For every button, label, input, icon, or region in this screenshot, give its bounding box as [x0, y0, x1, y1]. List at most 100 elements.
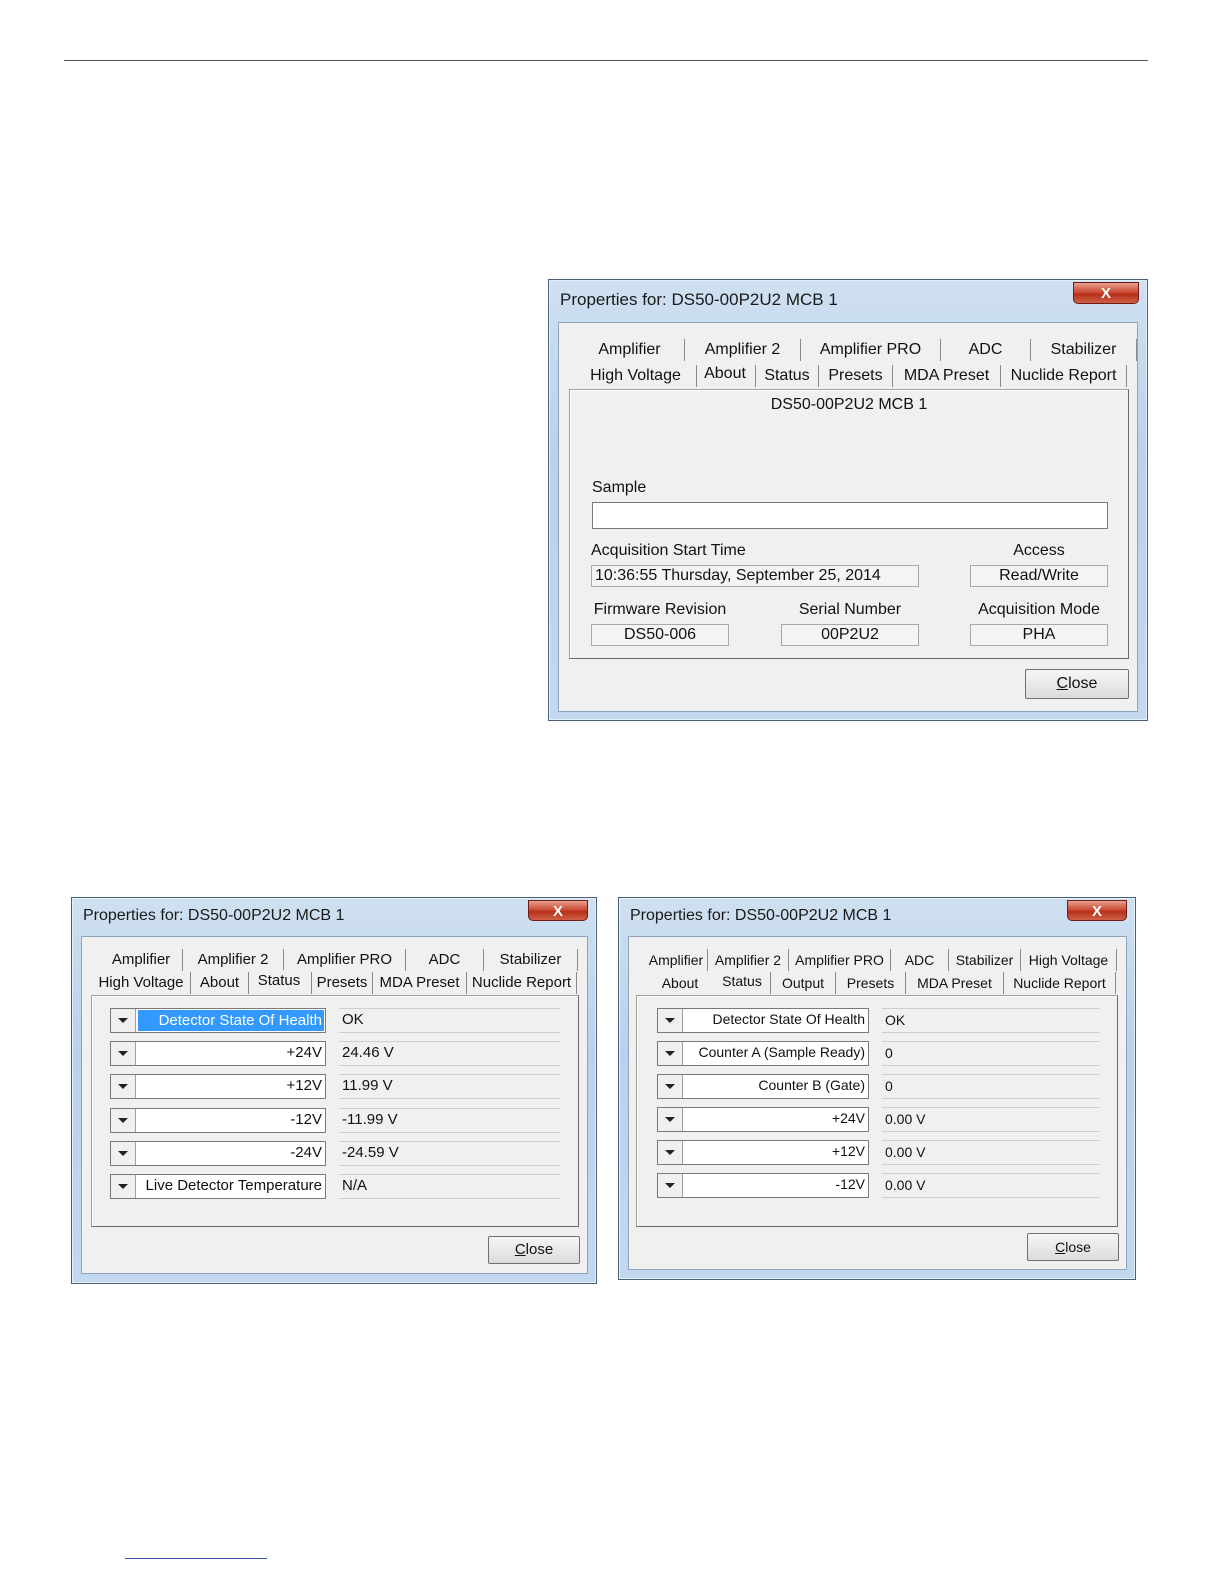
- sample-label: Sample: [592, 479, 647, 496]
- tab-high-voltage[interactable]: High Voltage: [575, 365, 697, 387]
- dropdown-arrow-button[interactable]: [111, 1042, 136, 1066]
- dropdown-arrow-button[interactable]: [111, 1108, 136, 1132]
- close-button-mnemonic: C: [1056, 675, 1069, 692]
- chevron-down-icon: [118, 1184, 128, 1189]
- tab-nuclide-report[interactable]: Nuclide Report: [1001, 365, 1127, 387]
- close-window-button[interactable]: X: [528, 900, 588, 921]
- tab-high-voltage[interactable]: High Voltage: [1021, 949, 1117, 971]
- dialog-client-area: Amplifier Amplifier 2 Amplifier PRO ADC …: [558, 322, 1138, 712]
- dropdown-arrow-button[interactable]: [658, 1174, 683, 1197]
- chevron-down-icon: [118, 1150, 128, 1156]
- properties-dialog-status-right: Properties for: DS50-00P2U2 MCB 1 X Ampl…: [618, 897, 1136, 1280]
- dialog-client-area: Amplifier Amplifier 2 Amplifier PRO ADC …: [628, 936, 1127, 1270]
- status-parameter-label: -24V: [290, 1143, 322, 1161]
- tab-about[interactable]: About: [645, 972, 715, 994]
- access-value: Read/Write: [970, 565, 1108, 587]
- title-bar[interactable]: Properties for: DS50-00P2U2 MCB 1 X: [72, 898, 596, 938]
- tab-amplifier-2[interactable]: Amplifier 2: [685, 339, 801, 361]
- tab-about[interactable]: About: [697, 363, 753, 385]
- tab-nuclide-report[interactable]: Nuclide Report: [1004, 972, 1116, 994]
- status-parameter-label: Counter B (Gate): [758, 1077, 865, 1093]
- dropdown-arrow-button[interactable]: [658, 1009, 683, 1032]
- status-parameter-dropdown[interactable]: Counter A (Sample Ready): [657, 1041, 869, 1066]
- status-parameter-dropdown[interactable]: +24V: [110, 1041, 326, 1067]
- tab-status[interactable]: Status: [249, 970, 309, 992]
- close-button-label: lose: [1065, 1239, 1091, 1255]
- title-bar[interactable]: Properties for: DS50-00P2U2 MCB 1 X: [549, 280, 1147, 320]
- tab-output[interactable]: Output: [770, 972, 836, 994]
- tab-adc[interactable]: ADC: [406, 949, 484, 971]
- dialog-title: Properties for: DS50-00P2U2 MCB 1: [630, 907, 892, 924]
- status-parameter-dropdown[interactable]: -12V: [657, 1173, 869, 1198]
- close-window-button[interactable]: X: [1067, 900, 1127, 921]
- tab-presets[interactable]: Presets: [311, 972, 373, 994]
- status-row: Counter A (Sample Ready) 0: [657, 1041, 1100, 1066]
- tab-amplifier[interactable]: Amplifier: [575, 339, 685, 361]
- status-parameter-dropdown[interactable]: Counter B (Gate): [657, 1074, 869, 1099]
- close-button[interactable]: Close: [488, 1236, 580, 1264]
- tab-status[interactable]: Status: [755, 365, 819, 387]
- dropdown-arrow-button[interactable]: [111, 1075, 136, 1099]
- status-tab-panel: Detector State Of Health OK Counter A (Sam…: [636, 995, 1118, 1227]
- chevron-down-icon: [118, 1117, 128, 1123]
- tab-stabilizer[interactable]: Stabilizer: [949, 949, 1021, 971]
- status-parameter-value: 0: [882, 1074, 1100, 1099]
- dropdown-arrow-button[interactable]: [111, 1175, 136, 1198]
- dropdown-arrow-button[interactable]: [111, 1141, 136, 1165]
- status-parameter-dropdown[interactable]: +12V: [110, 1074, 326, 1100]
- status-parameter-label: Detector State Of Health: [712, 1011, 865, 1027]
- tab-amplifier-pro[interactable]: Amplifier PRO: [801, 339, 941, 361]
- device-name: DS50-00P2U2 MCB 1: [770, 396, 928, 413]
- status-parameter-dropdown[interactable]: Detector State Of Health: [110, 1008, 326, 1033]
- chevron-down-icon: [665, 1150, 675, 1155]
- status-parameter-value: 0.00 V: [882, 1107, 1100, 1132]
- tab-presets[interactable]: Presets: [819, 365, 893, 387]
- status-parameter-value: 0.00 V: [882, 1173, 1100, 1198]
- status-parameter-dropdown[interactable]: -24V: [110, 1140, 326, 1166]
- close-button[interactable]: Close: [1027, 1233, 1119, 1261]
- title-bar[interactable]: Properties for: DS50-00P2U2 MCB 1 X: [619, 898, 1135, 938]
- status-parameter-label: -12V: [290, 1110, 322, 1128]
- close-window-button[interactable]: X: [1073, 282, 1139, 304]
- tab-about[interactable]: About: [191, 972, 249, 994]
- chevron-down-icon: [665, 1084, 675, 1089]
- tab-status[interactable]: Status: [715, 970, 769, 992]
- status-parameter-dropdown[interactable]: Detector State Of Health: [657, 1008, 869, 1033]
- tab-amplifier-pro[interactable]: Amplifier PRO: [789, 949, 891, 971]
- tab-amplifier[interactable]: Amplifier: [100, 949, 183, 971]
- close-button[interactable]: Close: [1025, 669, 1129, 699]
- tab-nuclide-report[interactable]: Nuclide Report: [467, 972, 577, 994]
- status-parameter-dropdown[interactable]: Live Detector Temperature: [110, 1174, 326, 1199]
- chevron-down-icon: [665, 1117, 675, 1122]
- status-parameter-dropdown[interactable]: +12V: [657, 1140, 869, 1165]
- tab-stabilizer[interactable]: Stabilizer: [484, 949, 578, 971]
- tab-amplifier[interactable]: Amplifier: [645, 949, 708, 971]
- tab-amplifier-2[interactable]: Amplifier 2: [183, 949, 284, 971]
- dropdown-arrow-button[interactable]: [111, 1009, 136, 1032]
- tab-amplifier-2[interactable]: Amplifier 2: [708, 949, 789, 971]
- tab-mda-preset[interactable]: MDA Preset: [906, 972, 1004, 994]
- dropdown-arrow-button[interactable]: [658, 1108, 683, 1131]
- tab-mda-preset[interactable]: MDA Preset: [893, 365, 1001, 387]
- dropdown-arrow-button[interactable]: [658, 1042, 683, 1065]
- status-row: -12V 0.00 V: [657, 1173, 1100, 1198]
- status-parameter-dropdown[interactable]: +24V: [657, 1107, 869, 1132]
- chevron-down-icon: [118, 1051, 128, 1057]
- dialog-title: Properties for: DS50-00P2U2 MCB 1: [83, 907, 345, 924]
- tab-presets[interactable]: Presets: [836, 972, 906, 994]
- dropdown-arrow-button[interactable]: [658, 1075, 683, 1098]
- close-button-label: lose: [1068, 675, 1098, 692]
- status-parameter-label: Detector State Of Health: [138, 1010, 324, 1031]
- status-row: -12V -11.99 V: [110, 1107, 560, 1133]
- tab-stabilizer[interactable]: Stabilizer: [1031, 339, 1137, 361]
- status-parameter-value: N/A: [339, 1174, 560, 1199]
- tab-high-voltage[interactable]: High Voltage: [92, 972, 191, 994]
- tab-mda-preset[interactable]: MDA Preset: [373, 972, 467, 994]
- tab-adc[interactable]: ADC: [941, 339, 1031, 361]
- sample-input[interactable]: [592, 502, 1108, 529]
- tab-amplifier-pro[interactable]: Amplifier PRO: [284, 949, 406, 971]
- close-button-label: lose: [525, 1241, 554, 1258]
- status-parameter-dropdown[interactable]: -12V: [110, 1107, 326, 1133]
- dropdown-arrow-button[interactable]: [658, 1141, 683, 1164]
- tab-adc[interactable]: ADC: [891, 949, 949, 971]
